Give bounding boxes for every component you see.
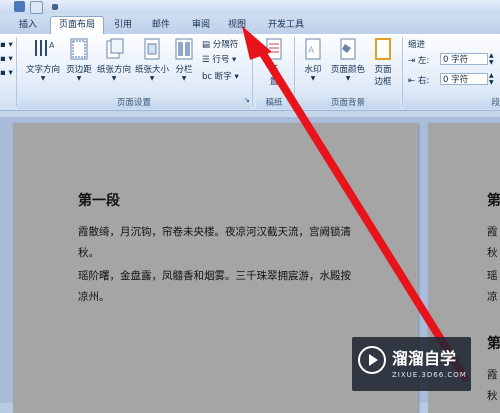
watermark-title: 溜溜自学 [392,349,457,368]
play-logo-icon [358,346,386,374]
watermark-url: ZIXUE.3D66.COM [392,371,467,379]
watermark-badge: 溜溜自学 ZIXUE.3D66.COM [352,337,471,391]
